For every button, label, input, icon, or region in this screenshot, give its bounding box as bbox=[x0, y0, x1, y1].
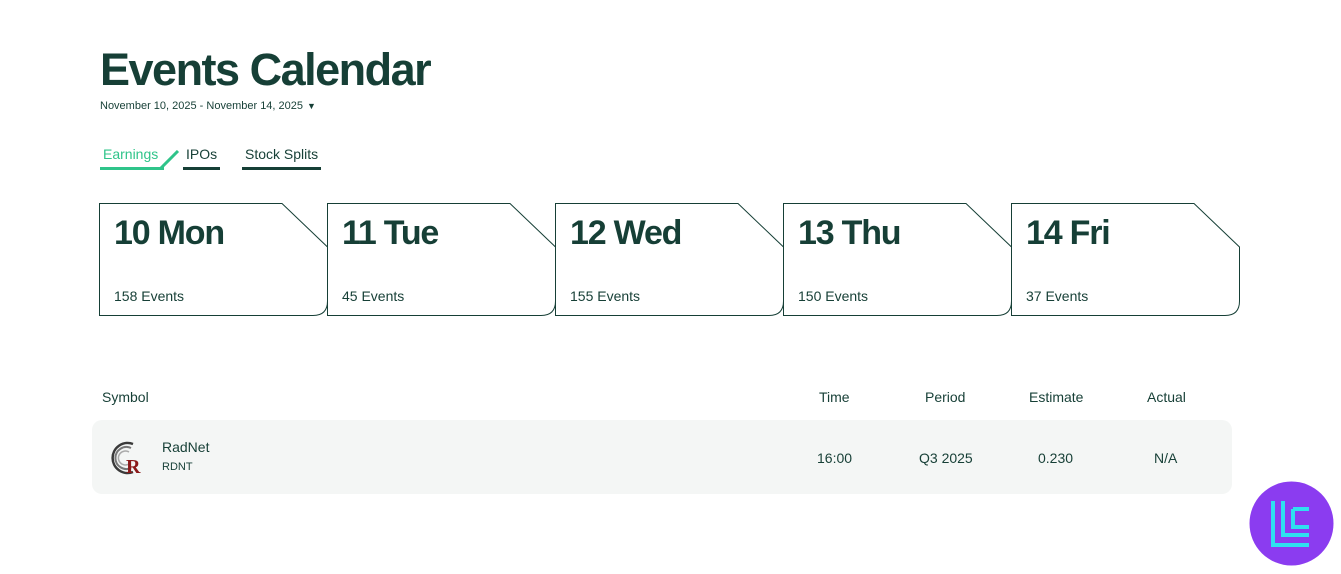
brand-logo-icon bbox=[1249, 481, 1334, 566]
day-event-count: 37 Events bbox=[1026, 288, 1089, 304]
column-header-symbol: Symbol bbox=[102, 389, 149, 405]
bottom-blank-area bbox=[0, 495, 1341, 574]
tab-stock-splits[interactable]: Stock Splits bbox=[242, 146, 322, 170]
day-event-count: 45 Events bbox=[342, 288, 405, 304]
day-title: 14 Fri bbox=[1026, 214, 1111, 252]
date-range-label: November 10, 2025 - November 14, 2025 bbox=[100, 100, 304, 112]
day-title: 12 Wed bbox=[570, 214, 682, 252]
day-event-count: 150 Events bbox=[798, 288, 869, 304]
tab-ipos[interactable]: IPOs bbox=[183, 146, 221, 170]
company-ticker: RDNT bbox=[162, 461, 193, 473]
column-header-period: Period bbox=[925, 389, 966, 405]
column-header-time: Time bbox=[819, 389, 850, 405]
page-title: Events Calendar bbox=[100, 44, 432, 95]
day-title: 13 Thu bbox=[798, 214, 902, 252]
radnet-logo-icon: R bbox=[111, 441, 141, 476]
day-card-fri[interactable]: 14 Fri 37 Events bbox=[1011, 203, 1241, 316]
day-title: 10 Mon bbox=[114, 214, 225, 252]
svg-text:R: R bbox=[126, 456, 141, 476]
day-card-wed[interactable]: 12 Wed 155 Events bbox=[555, 203, 785, 316]
day-event-count: 158 Events bbox=[114, 288, 185, 304]
cell-actual: N/A bbox=[1154, 450, 1178, 466]
caret-down-icon: ▼ bbox=[307, 101, 316, 111]
cell-time: 16:00 bbox=[817, 450, 853, 466]
column-header-actual: Actual bbox=[1147, 389, 1186, 405]
column-header-estimate: Estimate bbox=[1029, 389, 1084, 405]
day-event-count: 155 Events bbox=[570, 288, 641, 304]
tab-slash-decoration bbox=[158, 150, 180, 170]
table-row[interactable]: R RadNet RDNT 16:00 Q3 2025 0.230 N/A bbox=[92, 420, 1232, 494]
day-card-tue[interactable]: 11 Tue 45 Events bbox=[327, 203, 557, 316]
company-name: RadNet bbox=[162, 439, 210, 455]
day-card-thu[interactable]: 13 Thu 150 Events bbox=[783, 203, 1013, 316]
cell-period: Q3 2025 bbox=[919, 450, 973, 466]
cell-estimate: 0.230 bbox=[1038, 450, 1074, 466]
day-card-mon[interactable]: 10 Mon 158 Events bbox=[99, 203, 329, 316]
tab-earnings[interactable]: Earnings bbox=[100, 146, 165, 170]
events-calendar-page: Events Calendar November 10, 2025 - Nove… bbox=[0, 0, 1341, 574]
day-title: 11 Tue bbox=[342, 214, 439, 252]
date-range-selector[interactable]: November 10, 2025 - November 14, 2025 ▼ bbox=[100, 100, 316, 112]
